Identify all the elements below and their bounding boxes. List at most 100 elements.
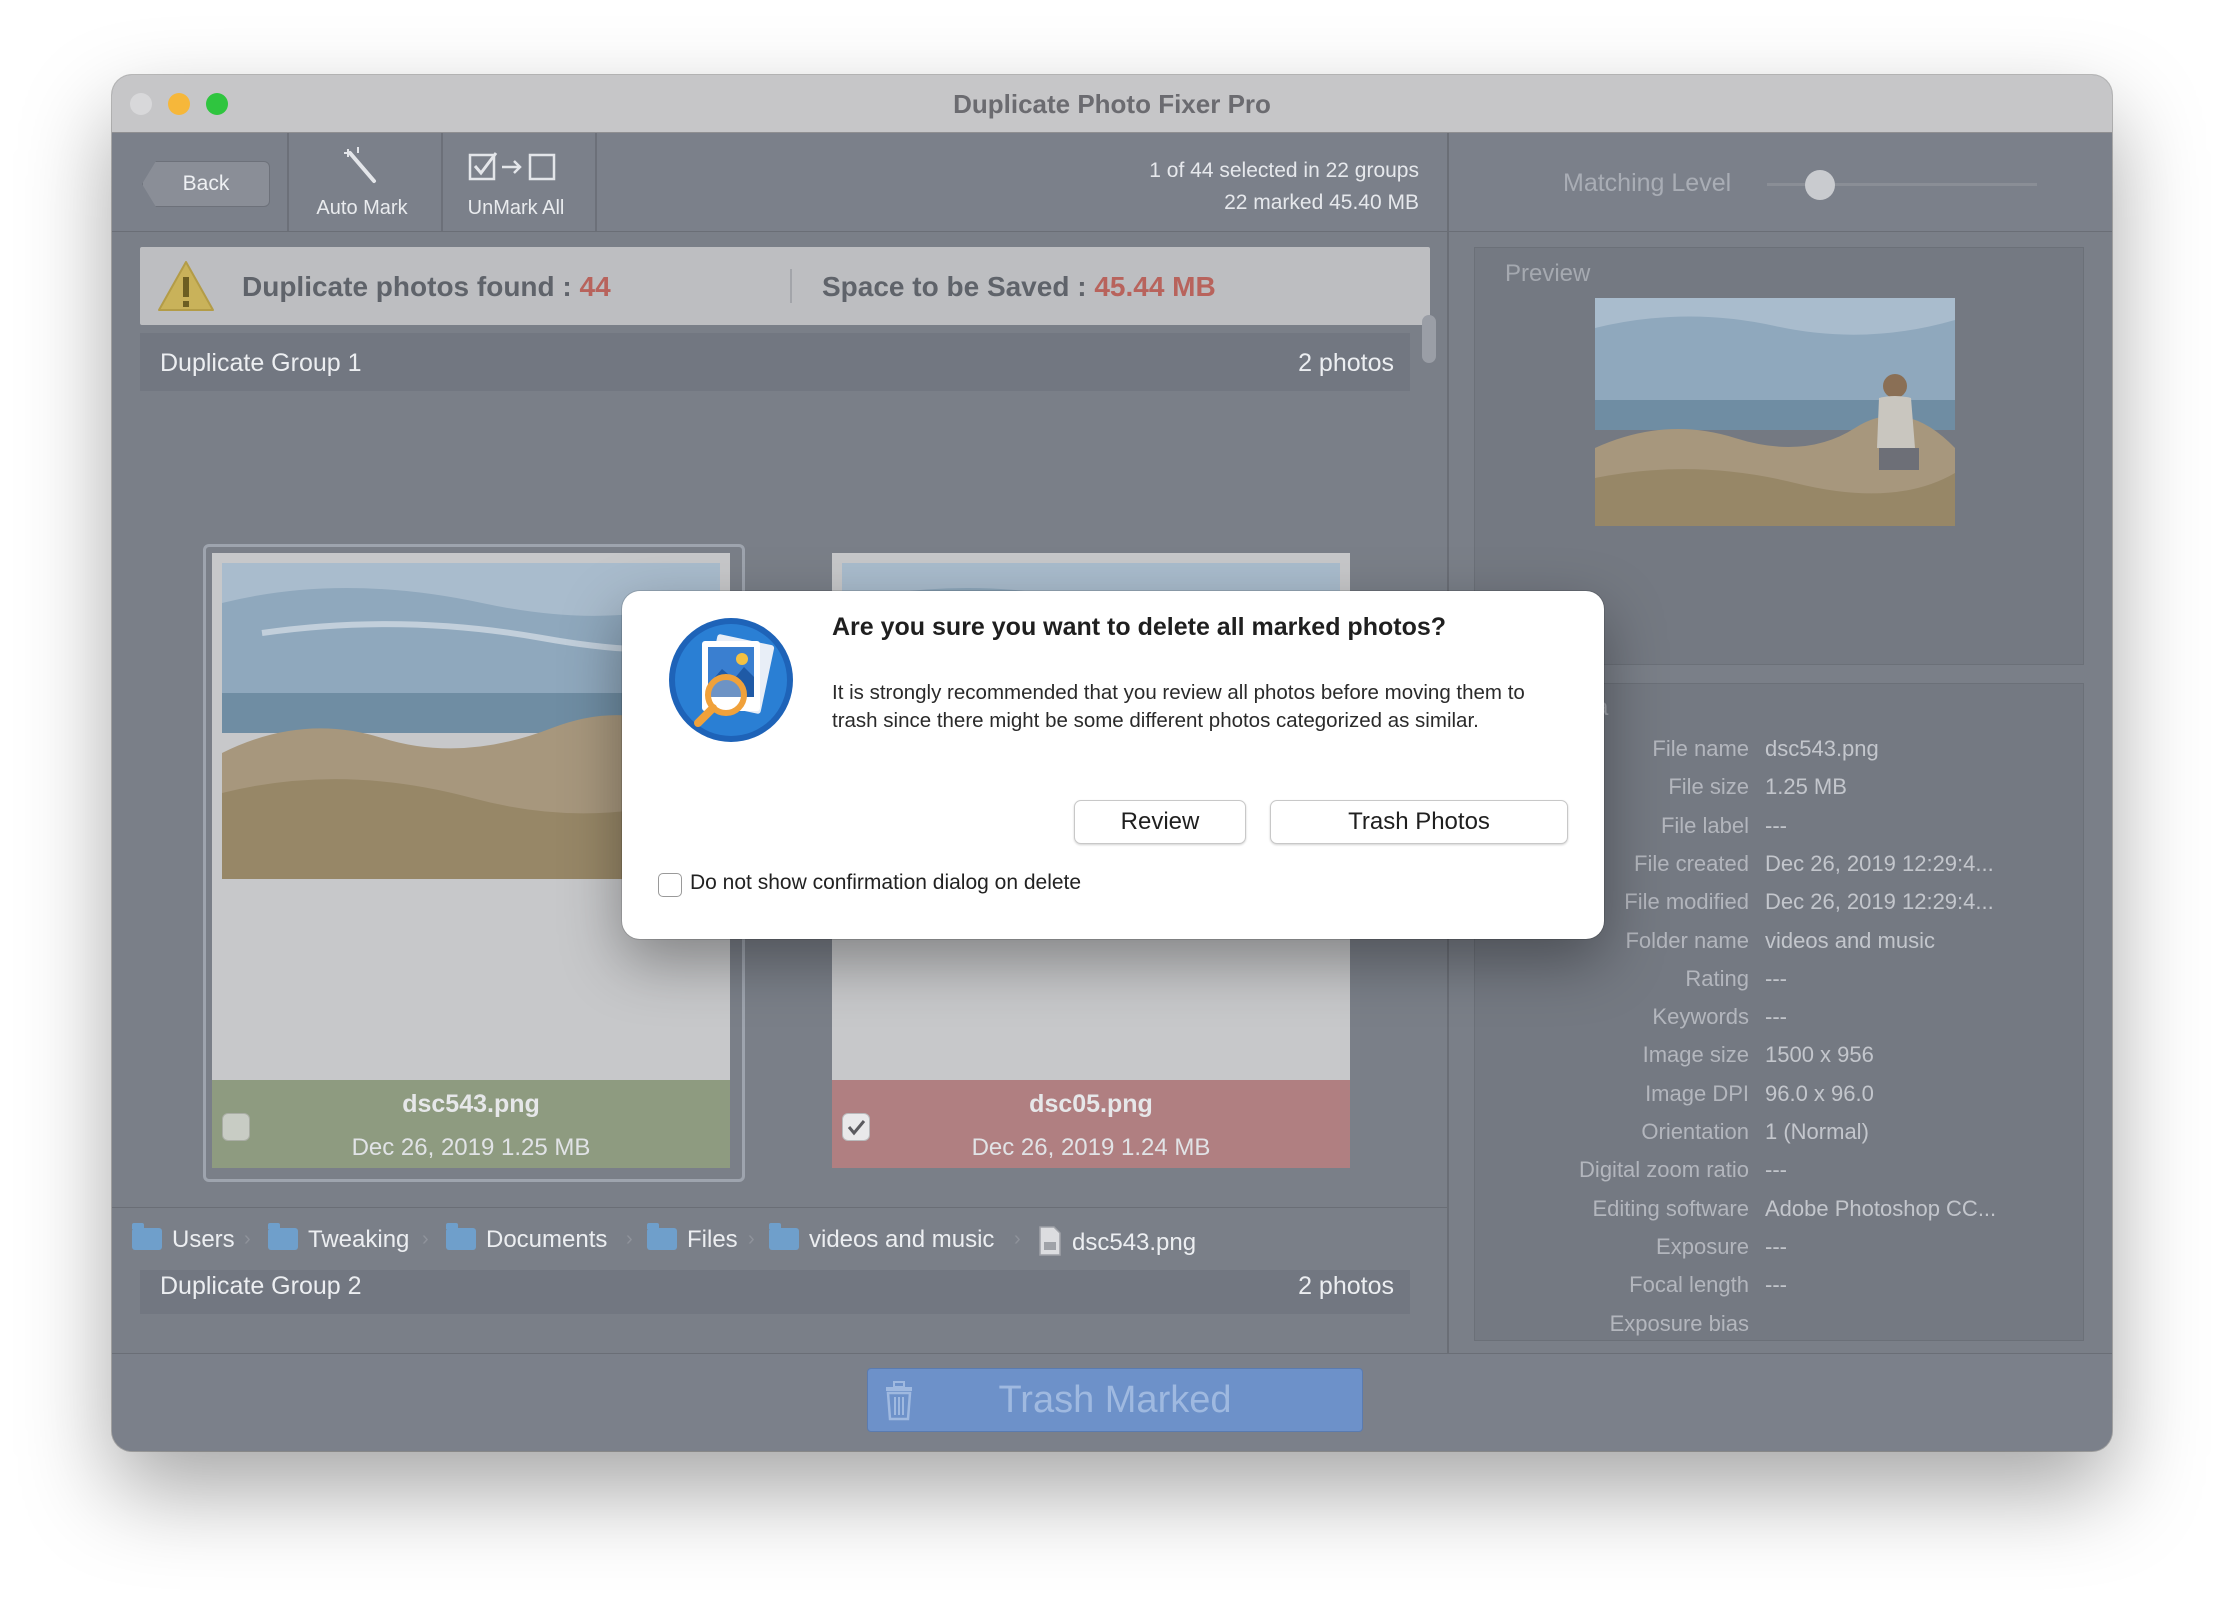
space-saved-label: Space to be Saved : <box>822 271 1087 302</box>
path-item-label: Users <box>172 1226 235 1253</box>
toolbar: Back Auto Mark UnMark All 1 of 44 select… <box>112 133 1447 232</box>
dialog-message: It is strongly recommended that you revi… <box>832 681 1525 732</box>
banner-divider <box>790 269 792 303</box>
metadata-value: videos and music <box>1765 927 1935 953</box>
preview-image <box>1595 298 1955 526</box>
warning-icon <box>158 261 214 311</box>
title-bar: Duplicate Photo Fixer Pro <box>112 75 2112 133</box>
metadata-key: Exposure bias <box>1609 1310 1749 1336</box>
matching-level-slider-knob[interactable] <box>1805 170 1835 200</box>
metadata-row: Rating --- <box>1475 966 2083 1004</box>
summary-banner: Duplicate photos found : 44 Space to be … <box>140 247 1430 325</box>
metadata-value: 1.25 MB <box>1765 774 1847 800</box>
photo-mark-checkbox[interactable] <box>842 1113 870 1141</box>
path-item-label: Documents <box>486 1226 608 1253</box>
delete-confirmation-dialog: Are you sure you want to delete all mark… <box>622 591 1604 939</box>
checkmark-icon <box>847 1120 866 1136</box>
review-button[interactable]: Review <box>1074 800 1246 844</box>
metadata-value: Dec 26, 2019 12:29:4... <box>1765 889 1994 915</box>
back-button[interactable]: Back <box>142 161 270 207</box>
metadata-row: Editing software Adobe Photoshop CC... <box>1475 1196 2083 1234</box>
metadata-row: Exposure bias <box>1475 1310 2083 1341</box>
metadata-value: dsc543.png <box>1765 736 1879 761</box>
unmark-icon <box>468 152 556 181</box>
metadata-key: File size <box>1668 774 1749 800</box>
duplicates-found-value: 44 <box>579 271 611 302</box>
metadata-key: Orientation <box>1641 1119 1749 1144</box>
metadata-row: Image size 1500 x 956 <box>1475 1042 2083 1080</box>
metadata-value: Adobe Photoshop CC... <box>1765 1195 1997 1221</box>
path-separator: › <box>626 1228 633 1250</box>
marked-summary: 22 marked 45.40 MB <box>1224 191 1419 214</box>
metadata-row: Orientation 1 (Normal) <box>1475 1119 2083 1157</box>
selection-count: 1 of 44 selected in 22 groups <box>1149 159 1419 182</box>
metadata-key: File modified <box>1624 889 1749 915</box>
metadata-value: --- <box>1765 965 1787 991</box>
metadata-key: Image DPI <box>1645 1080 1749 1106</box>
path-item-users[interactable]: Users <box>132 1223 235 1254</box>
metadata-key: File label <box>1660 812 1749 838</box>
toolbar-divider <box>595 133 597 231</box>
metadata-row: Exposure --- <box>1475 1234 2083 1272</box>
path-item-label: Files <box>687 1226 738 1253</box>
metadata-value: --- <box>1765 1272 1787 1298</box>
scrollbar-thumb[interactable] <box>1422 315 1436 363</box>
metadata-key: Editing software <box>1592 1195 1749 1221</box>
window-title: Duplicate Photo Fixer Pro <box>953 89 1271 119</box>
metadata-value: 1500 x 956 <box>1765 1042 1874 1068</box>
metadata-key: Keywords <box>1652 1004 1749 1030</box>
auto-mark-label: Auto Mark <box>316 197 408 219</box>
metadata-key: Folder name <box>1625 927 1749 953</box>
path-item-file[interactable]: dsc543.png <box>1038 1226 1196 1257</box>
photo-meta: Dec 26, 2019 1.25 MB <box>351 1134 591 1161</box>
metadata-value: 1 (Normal) <box>1765 1119 1869 1144</box>
preview-label: Preview <box>1505 260 1591 287</box>
metadata-key: File created <box>1634 850 1749 876</box>
metadata-key: Rating <box>1685 965 1749 991</box>
trash-marked-button[interactable]: Trash Marked <box>867 1368 1363 1432</box>
group-header[interactable]: Duplicate Group 1 2 photos <box>140 333 1410 391</box>
photo-mark-checkbox[interactable] <box>222 1113 250 1141</box>
metadata-row: Focal length --- <box>1475 1272 2083 1310</box>
dialog-title: Are you sure you want to delete all mark… <box>832 613 1447 641</box>
unmark-all-button[interactable]: UnMark All <box>441 143 591 229</box>
metadata-value: Dec 26, 2019 12:29:4... <box>1765 850 1994 876</box>
trash-marked-label: Trash Marked <box>998 1379 1232 1421</box>
metadata-value: --- <box>1765 1157 1787 1183</box>
trash-photos-button[interactable]: Trash Photos <box>1270 800 1568 844</box>
path-item-documents[interactable]: Documents <box>446 1223 608 1254</box>
path-bar: Users › Tweaking › Documents › Files › v… <box>112 1207 1447 1270</box>
trash-icon <box>886 1381 912 1421</box>
group-name: Duplicate Group 1 <box>160 349 362 377</box>
group-count: 2 photos <box>1298 1272 1394 1300</box>
metadata-row: Image DPI 96.0 x 96.0 <box>1475 1081 2083 1119</box>
auto-mark-button[interactable]: Auto Mark <box>287 143 437 229</box>
path-separator: › <box>422 1228 429 1250</box>
beach-photo-image <box>1595 298 1955 526</box>
metadata-key: Focal length <box>1629 1272 1749 1298</box>
path-item-files[interactable]: Files <box>647 1223 738 1254</box>
photo-status-bar: dsc05.png Dec 26, 2019 1.24 MB <box>832 1080 1350 1168</box>
metadata-value: --- <box>1765 1004 1787 1030</box>
group-name: Duplicate Group 2 <box>160 1272 362 1300</box>
path-separator: › <box>244 1228 251 1250</box>
metadata-key: Digital zoom ratio <box>1579 1157 1749 1183</box>
magic-wand-icon <box>344 147 376 183</box>
group-count: 2 photos <box>1298 349 1394 377</box>
metadata-value: --- <box>1765 1233 1787 1259</box>
folder-icon <box>769 1223 799 1250</box>
path-item-label: dsc543.png <box>1072 1229 1197 1256</box>
unmark-all-label: UnMark All <box>467 197 565 219</box>
duplicates-found: Duplicate photos found : 44 <box>242 271 611 303</box>
folder-icon <box>647 1223 677 1250</box>
app-logo-icon <box>669 618 793 742</box>
do-not-show-label: Do not show confirmation dialog on delet… <box>690 871 1082 894</box>
folder-icon <box>132 1223 162 1250</box>
metadata-value: 96.0 x 96.0 <box>1765 1080 1874 1106</box>
file-icon <box>1039 1226 1061 1256</box>
do-not-show-checkbox[interactable] <box>658 873 682 897</box>
path-item-tweaking[interactable]: Tweaking <box>268 1223 409 1254</box>
path-item-videos-and-music[interactable]: videos and music <box>769 1223 994 1254</box>
metadata-row: Digital zoom ratio --- <box>1475 1157 2083 1195</box>
path-separator: › <box>1014 1228 1021 1250</box>
